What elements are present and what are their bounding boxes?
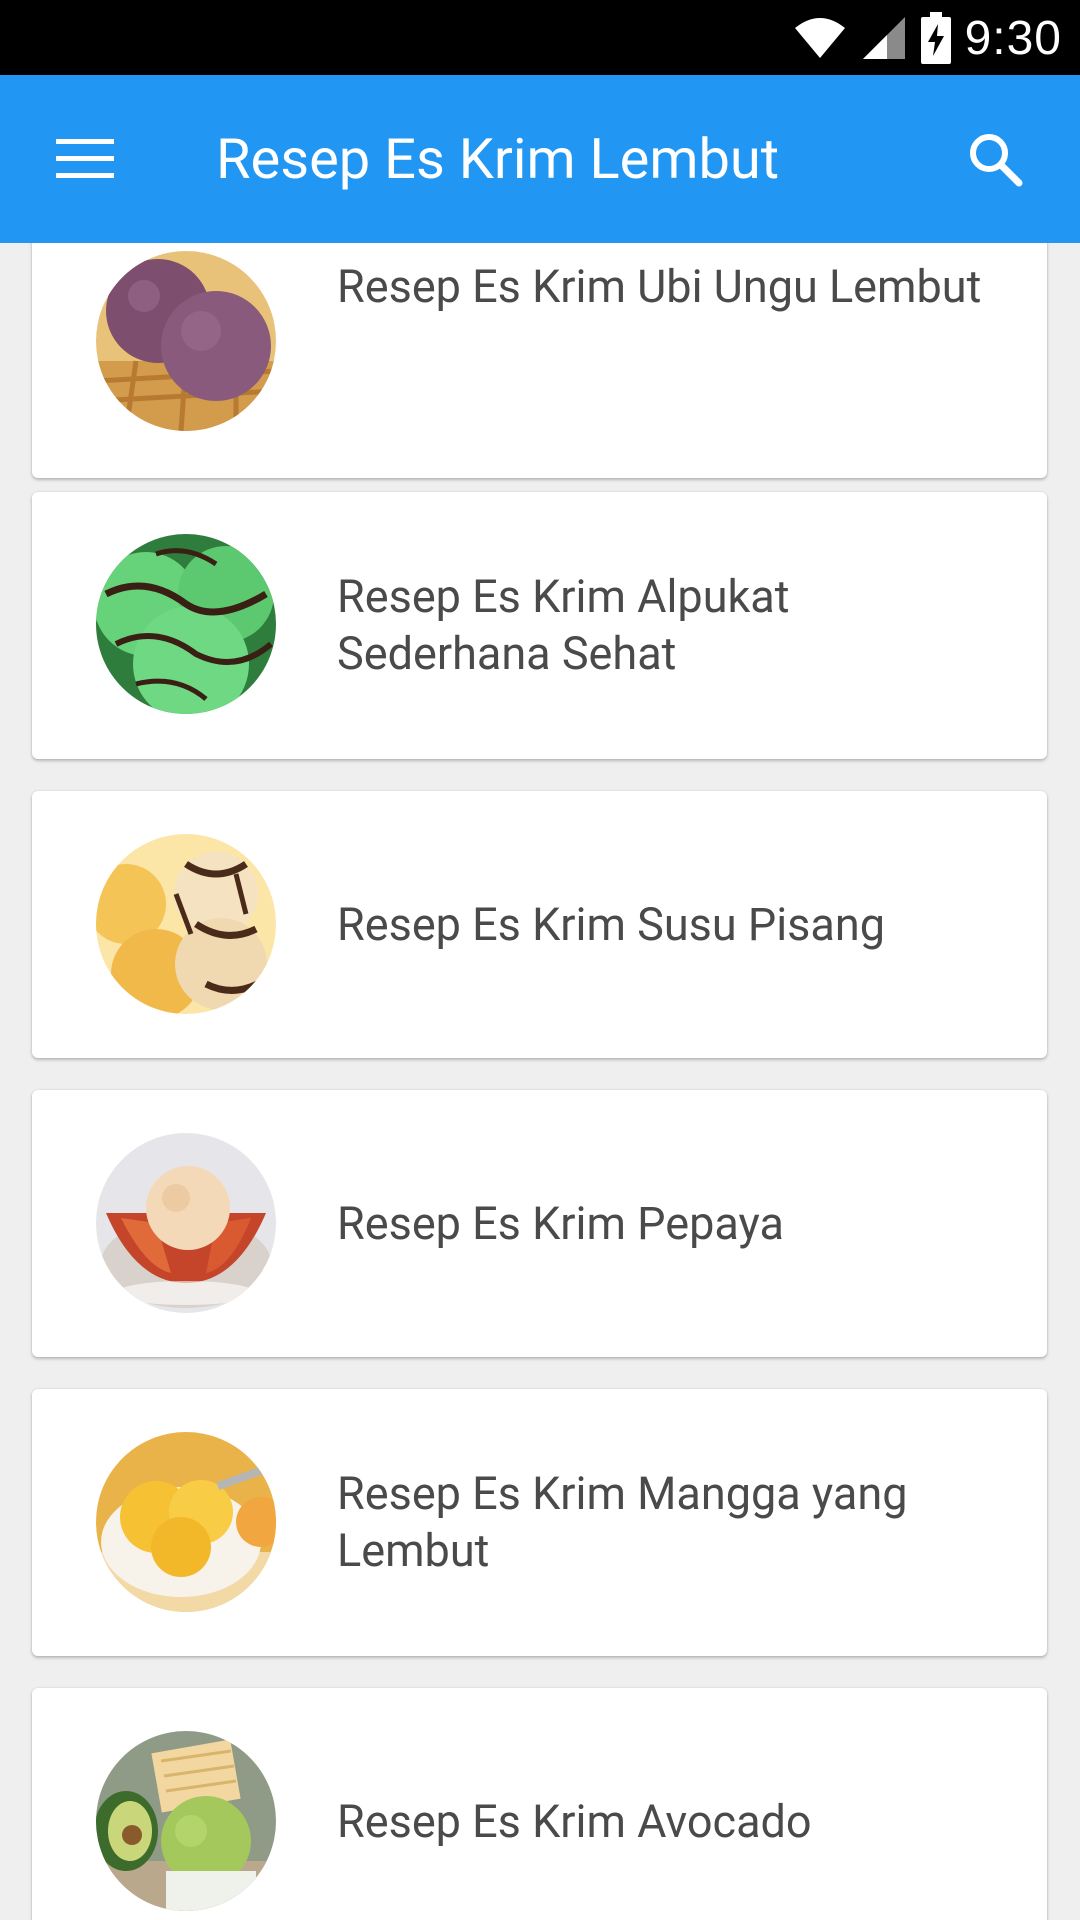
recipe-title: Resep Es Krim Mangga yang Lembut (337, 1467, 908, 1577)
recipe-title: Resep Es Krim Pepaya (337, 1197, 784, 1250)
app-title: Resep Es Krim Lembut (216, 126, 780, 192)
recipe-title: Resep Es Krim Ubi Ungu Lembut (337, 260, 982, 313)
recipe-thumbnail (96, 534, 276, 714)
app-bar: Resep Es Krim Lembut (0, 75, 1080, 243)
recipe-card[interactable]: Resep Es Krim Alpukat Sederhana Sehat (32, 492, 1047, 759)
search-icon (970, 134, 1023, 187)
recipe-card[interactable]: Resep Es Krim Avocado (32, 1688, 1047, 1920)
recipe-card[interactable]: Resep Es Krim Mangga yang Lembut (32, 1389, 1047, 1656)
recipe-title: Resep Es Krim Susu Pisang (337, 898, 885, 951)
recipe-list: Resep Es Krim Ubi Ungu Lembut Resep Es K… (0, 243, 1080, 1920)
recipe-title: Resep Es Krim Avocado (337, 1795, 812, 1848)
recipe-thumbnail (96, 251, 276, 431)
recipe-thumbnail (96, 1432, 276, 1612)
menu-button[interactable] (40, 119, 130, 199)
wifi-icon (794, 18, 845, 58)
search-button[interactable] (950, 119, 1040, 199)
battery-charging-icon (920, 12, 951, 64)
status-time: 9:30 (964, 11, 1062, 65)
recipe-thumbnail (96, 1133, 276, 1313)
recipe-thumbnail (96, 1731, 276, 1911)
hamburger-menu-icon (56, 139, 114, 178)
recipe-card[interactable]: Resep Es Krim Susu Pisang (32, 791, 1047, 1058)
recipe-card[interactable]: Resep Es Krim Pepaya (32, 1090, 1047, 1357)
recipe-title: Resep Es Krim Alpukat Sederhana Sehat (337, 570, 790, 680)
recipe-thumbnail (96, 834, 276, 1014)
cell-signal-icon (862, 17, 905, 59)
recipe-card[interactable]: Resep Es Krim Ubi Ungu Lembut (32, 243, 1047, 478)
status-icons: 9:30 (793, 8, 1062, 68)
status-bar: 9:30 (0, 0, 1080, 75)
